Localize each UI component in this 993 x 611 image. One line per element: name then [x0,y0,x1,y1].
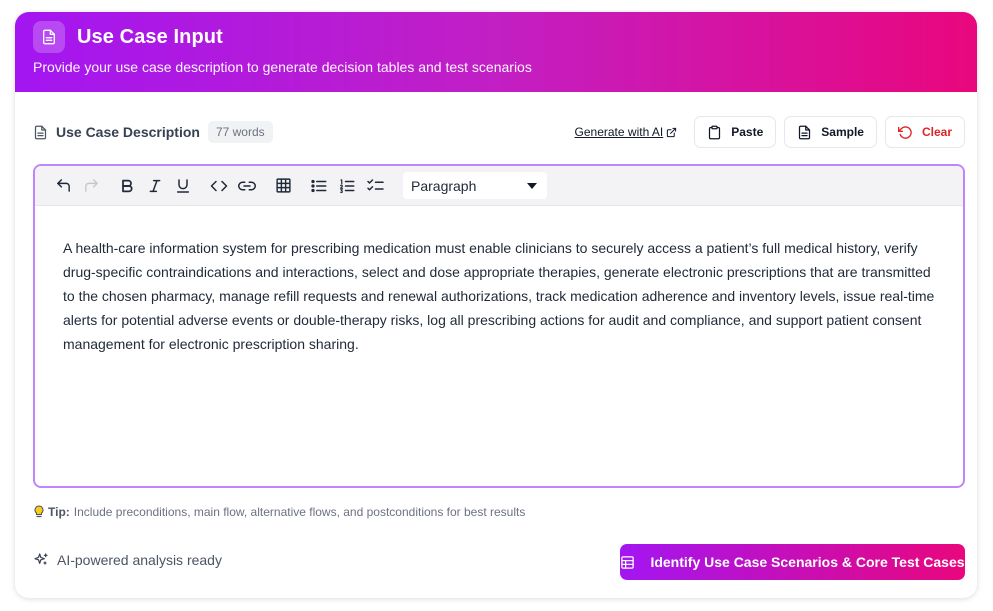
paste-label: Paste [731,125,764,139]
italic-icon [149,179,161,192]
underline-button[interactable] [169,172,197,200]
table-icon [621,555,635,569]
tip-line: Tip: Include preconditions, main flow, a… [33,505,525,519]
external-link-icon [667,127,677,137]
section-label: Use Case Description [33,124,200,140]
undo-icon [56,179,70,192]
file-text-icon [34,125,47,139]
clear-button[interactable]: Clear [884,116,965,148]
block-type-select[interactable]: Paragraph [403,172,547,199]
task-list-button[interactable] [361,172,389,200]
checklist-icon [366,178,384,190]
redo-icon [84,179,98,192]
bold-icon [122,179,133,192]
document-icon [33,21,65,53]
underline-icon [176,178,190,193]
file-text-icon [799,125,811,139]
page-title: Use Case Input [77,25,223,48]
caret-down-icon [527,182,537,189]
page-subtitle: Provide your use case description to gen… [33,59,532,75]
ai-status: AI-powered analysis ready [33,552,222,568]
rotate-ccw-icon [897,125,912,139]
block-type-value: Paragraph [411,177,477,194]
code-icon [210,180,228,191]
ordered-list-icon [340,178,355,193]
link-button[interactable] [233,172,261,200]
table-icon [275,178,291,193]
generate-with-ai-link[interactable]: Generate with AI [575,125,678,139]
generate-with-ai-label: Generate with AI [574,125,664,139]
card-header: Use Case Input Provide your use case des… [15,12,977,92]
editor-content[interactable]: A health-care information system for pre… [35,206,963,356]
sample-button[interactable]: Sample [784,116,877,148]
lightbulb-icon [34,505,44,518]
identify-scenarios-label: Identify Use Case Scenarios & Core Test … [650,554,965,570]
editor-paragraph: A health-care information system for pre… [63,240,935,352]
identify-scenarios-button[interactable]: Identify Use Case Scenarios & Core Test … [620,544,965,580]
section-label-text: Use Case Description [56,124,200,140]
editor-toolbar: Paragraph [35,166,963,206]
sample-label: Sample [821,125,864,139]
use-case-input-card: Use Case Input Provide your use case des… [15,12,977,598]
word-count-badge: 77 words [207,121,273,143]
sparkles-icon [34,553,48,565]
code-button[interactable] [205,172,233,200]
redo-button[interactable] [77,172,105,200]
italic-button[interactable] [141,172,169,200]
rich-text-editor: Paragraph A health-care information syst… [33,164,965,488]
link-icon [238,181,256,190]
table-button[interactable] [269,172,297,200]
bullet-list-icon [311,179,327,192]
bold-button[interactable] [113,172,141,200]
tip-label: Tip: [48,505,70,519]
ai-status-text: AI-powered analysis ready [57,552,222,568]
undo-button[interactable] [49,172,77,200]
tip-text: Include preconditions, main flow, altern… [73,505,526,519]
bullet-list-button[interactable] [305,172,333,200]
clipboard-icon [709,125,721,139]
ordered-list-button[interactable] [333,172,361,200]
clear-label: Clear [921,125,952,139]
paste-button[interactable]: Paste [694,116,777,148]
description-toolbar: Use Case Description 77 words Generate w… [33,116,965,148]
